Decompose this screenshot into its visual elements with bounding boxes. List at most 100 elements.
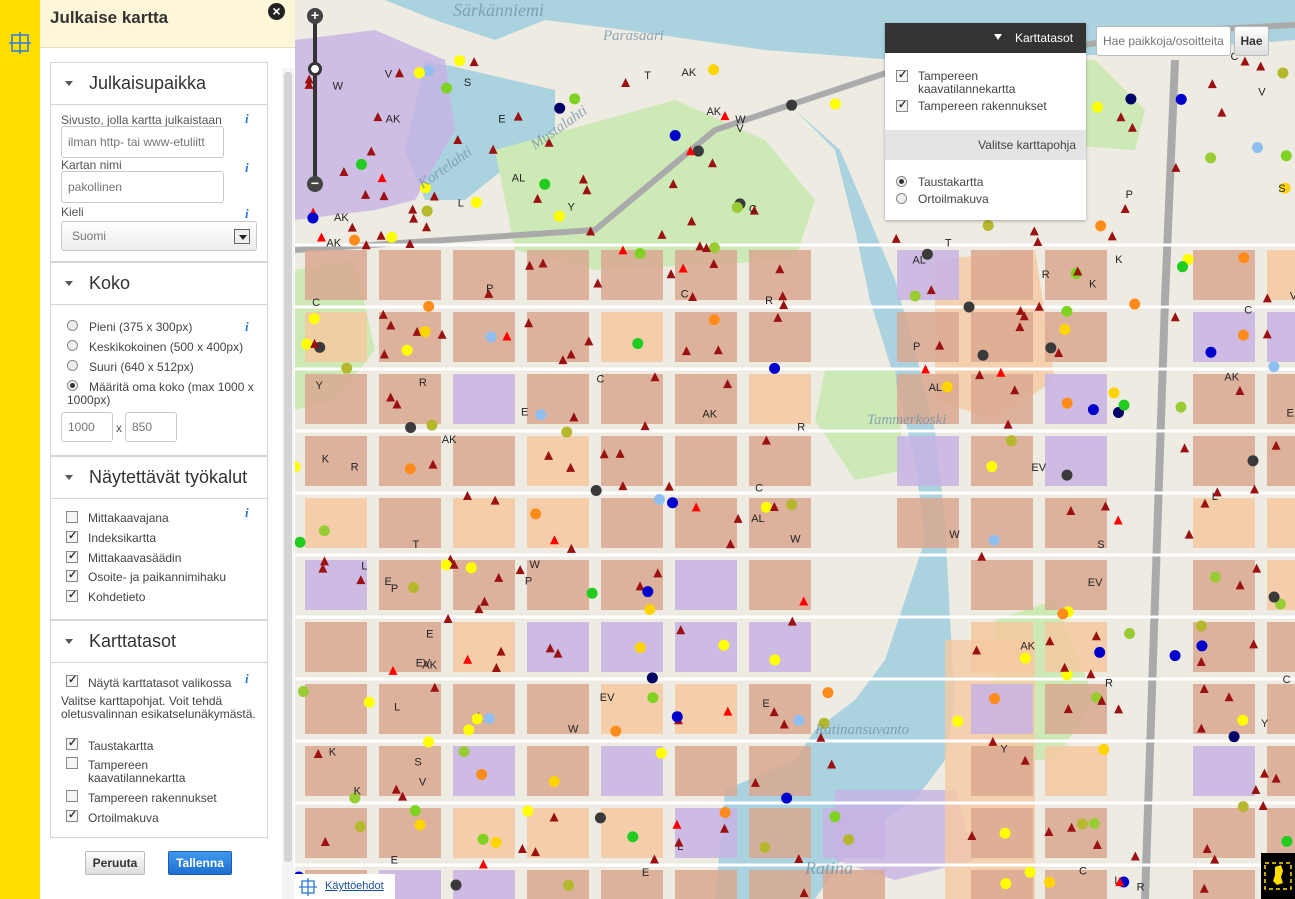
- poi-marker[interactable]: [477, 833, 489, 845]
- info-icon[interactable]: i: [245, 671, 249, 687]
- poi-marker[interactable]: [627, 831, 639, 843]
- layers-menu-header[interactable]: Karttatasot: [885, 23, 1086, 53]
- poi-marker[interactable]: [781, 792, 793, 804]
- poi-marker[interactable]: [1268, 591, 1280, 603]
- poi-marker[interactable]: [642, 586, 654, 598]
- poi-marker[interactable]: [644, 604, 656, 616]
- search-input[interactable]: [1096, 26, 1231, 56]
- zoom-out-icon[interactable]: −: [307, 176, 323, 192]
- poi-marker[interactable]: [941, 381, 953, 393]
- poi-marker[interactable]: [669, 130, 681, 142]
- poi-marker[interactable]: [909, 290, 921, 302]
- info-icon[interactable]: i: [245, 505, 249, 521]
- section-tools-header[interactable]: Näytettävät työkalut: [51, 457, 267, 499]
- poi-marker[interactable]: [708, 314, 720, 326]
- poi-marker[interactable]: [843, 834, 855, 846]
- poi-marker[interactable]: [1268, 361, 1280, 373]
- size-radio-medium[interactable]: [67, 340, 78, 351]
- poi-marker[interactable]: [1088, 817, 1100, 829]
- map-publish-icon[interactable]: [8, 31, 32, 55]
- close-icon[interactable]: ×: [268, 3, 285, 20]
- poi-marker[interactable]: [471, 713, 483, 725]
- poi-marker[interactable]: [1237, 801, 1249, 813]
- poi-marker[interactable]: [341, 362, 353, 374]
- panel-scrollbar[interactable]: [282, 68, 294, 899]
- tool-checkbox-zoom[interactable]: [66, 549, 78, 563]
- site-input[interactable]: [61, 126, 224, 158]
- poi-marker[interactable]: [563, 879, 575, 891]
- poi-marker[interactable]: [569, 93, 581, 105]
- info-icon[interactable]: i: [245, 160, 249, 176]
- poi-marker[interactable]: [1108, 387, 1120, 399]
- poi-marker[interactable]: [308, 313, 320, 325]
- poi-marker[interactable]: [441, 82, 453, 94]
- layer-checkbox-background[interactable]: [66, 736, 78, 750]
- base-radio-ortho[interactable]: [896, 193, 907, 204]
- poi-marker[interactable]: [405, 421, 417, 433]
- poi-marker[interactable]: [1095, 220, 1107, 232]
- poi-marker[interactable]: [553, 210, 565, 222]
- poi-marker[interactable]: [986, 461, 998, 473]
- poi-marker[interactable]: [769, 362, 781, 374]
- poi-marker[interactable]: [535, 409, 547, 421]
- poi-marker[interactable]: [610, 725, 622, 737]
- zoom-slider[interactable]: + −: [305, 8, 325, 198]
- info-icon[interactable]: i: [245, 206, 249, 222]
- collapse-arrow-icon[interactable]: [994, 34, 1002, 40]
- layer-checkbox-zoning[interactable]: [66, 757, 78, 769]
- poi-marker[interactable]: [530, 508, 542, 520]
- poi-marker[interactable]: [1209, 571, 1221, 583]
- poi-marker[interactable]: [921, 248, 933, 260]
- base-radio-background[interactable]: [896, 176, 907, 187]
- poi-marker[interactable]: [646, 672, 658, 684]
- poi-marker[interactable]: [386, 231, 398, 243]
- poi-marker[interactable]: [1281, 835, 1293, 847]
- poi-marker[interactable]: [307, 212, 319, 224]
- poi-marker[interactable]: [829, 811, 841, 823]
- poi-marker[interactable]: [354, 821, 366, 833]
- poi-marker[interactable]: [760, 501, 772, 513]
- poi-marker[interactable]: [490, 837, 502, 849]
- poi-marker[interactable]: [594, 812, 606, 824]
- size-radio-large[interactable]: [67, 360, 78, 371]
- poi-marker[interactable]: [647, 692, 659, 704]
- language-select[interactable]: Suomi: [61, 221, 257, 251]
- terms-link[interactable]: Käyttöehdot: [325, 880, 384, 892]
- width-input[interactable]: [61, 412, 113, 442]
- zoom-in-icon[interactable]: +: [307, 8, 323, 24]
- poi-marker[interactable]: [426, 419, 438, 431]
- poi-marker[interactable]: [1277, 67, 1289, 79]
- poi-marker[interactable]: [450, 879, 462, 891]
- poi-marker[interactable]: [1000, 878, 1012, 890]
- show-layers-checkbox[interactable]: [66, 673, 78, 687]
- poi-marker[interactable]: [1057, 608, 1069, 620]
- poi-marker[interactable]: [653, 493, 665, 505]
- poi-marker[interactable]: [561, 426, 573, 438]
- poi-marker[interactable]: [1094, 646, 1106, 658]
- poi-marker[interactable]: [318, 525, 330, 537]
- poi-marker[interactable]: [1129, 298, 1141, 310]
- poi-marker[interactable]: [363, 696, 375, 708]
- poi-marker[interactable]: [586, 587, 598, 599]
- poi-marker[interactable]: [355, 158, 367, 170]
- poi-marker[interactable]: [348, 234, 360, 246]
- poi-marker[interactable]: [454, 55, 466, 67]
- poi-marker[interactable]: [423, 736, 435, 748]
- poi-marker[interactable]: [1195, 620, 1207, 632]
- poi-marker[interactable]: [470, 196, 482, 208]
- poi-marker[interactable]: [404, 463, 416, 475]
- poi-marker[interactable]: [634, 248, 646, 260]
- poi-marker[interactable]: [655, 747, 667, 759]
- save-button[interactable]: Tallenna: [168, 851, 232, 875]
- poi-marker[interactable]: [476, 769, 488, 781]
- poi-marker[interactable]: [423, 65, 435, 77]
- poi-marker[interactable]: [1247, 455, 1259, 467]
- poi-marker[interactable]: [465, 562, 477, 574]
- poi-marker[interactable]: [1237, 329, 1249, 341]
- poi-marker[interactable]: [708, 64, 720, 76]
- poi-marker[interactable]: [1091, 101, 1103, 113]
- poi-marker[interactable]: [1059, 323, 1071, 335]
- poi-marker[interactable]: [485, 331, 497, 343]
- poi-marker[interactable]: [822, 687, 834, 699]
- map-canvas[interactable]: WRALAKPLRVERCYCALCRAKPSALLKREEVE ERKWKYYT…: [295, 0, 1295, 899]
